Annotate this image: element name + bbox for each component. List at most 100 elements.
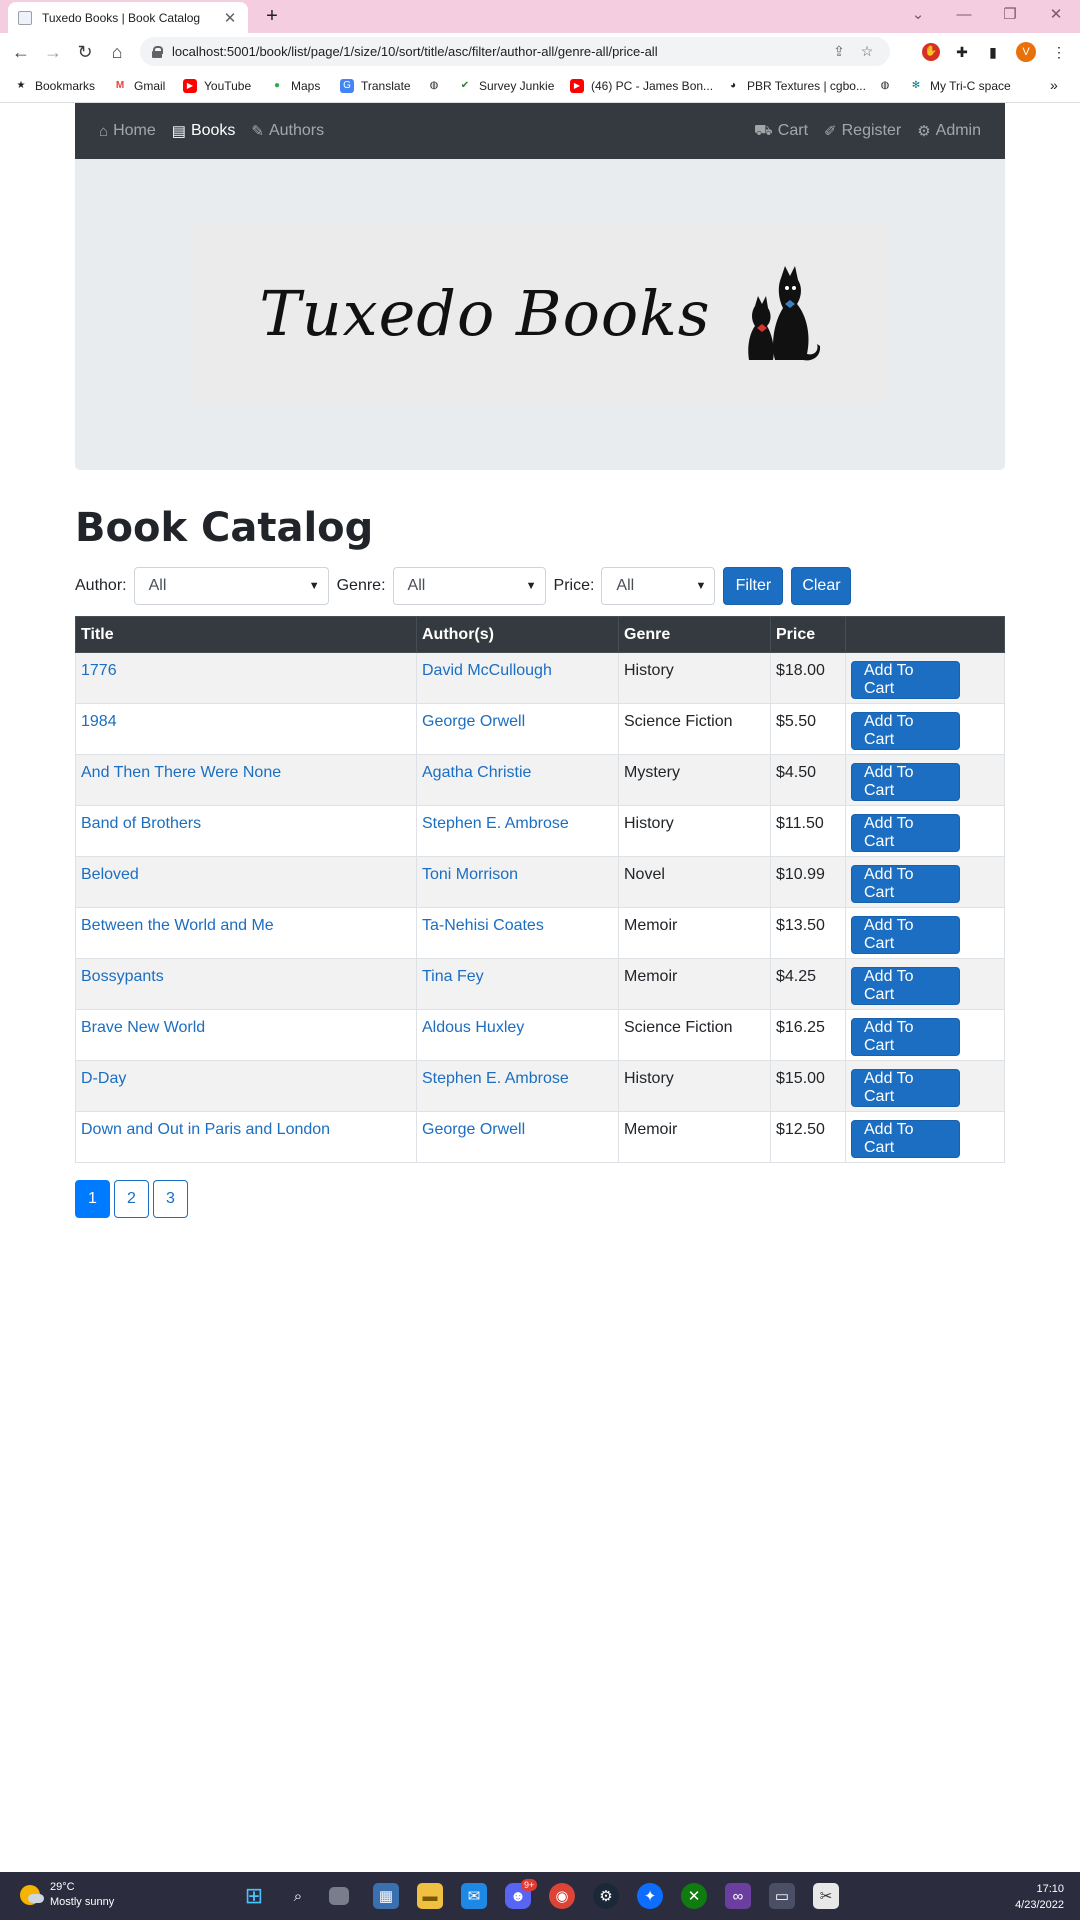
nav-right: ⛟ Cart ✐ Register ⚙ Admin xyxy=(738,122,981,141)
book-title-link[interactable]: Bossypants xyxy=(81,968,164,985)
bookmark-item[interactable]: ● Maps xyxy=(270,79,320,93)
weather-widget[interactable]: 29°C Mostly sunny xyxy=(20,1880,114,1910)
home-browser-icon[interactable]: ⌂ xyxy=(105,40,129,64)
nav-home[interactable]: ⌂ Home xyxy=(99,122,156,140)
terminal-icon[interactable]: ▭ xyxy=(769,1883,795,1909)
bookmark-item[interactable]: ▶ (46) PC - James Bon... xyxy=(570,79,713,93)
tab-close-icon[interactable]: ✕ xyxy=(222,9,238,27)
cell-action: Add To Cart xyxy=(845,1111,1005,1163)
author-link[interactable]: Ta-Nehisi Coates xyxy=(422,917,544,934)
reload-icon[interactable]: ↻ xyxy=(73,40,97,64)
author-filter-select[interactable]: All ▼ xyxy=(133,567,329,605)
price-filter-select[interactable]: All ▼ xyxy=(601,567,716,605)
add-to-cart-button[interactable]: Add To Cart xyxy=(851,1018,960,1056)
profile-avatar[interactable]: V xyxy=(1016,42,1036,62)
extensions-puzzle-icon[interactable]: ✚ xyxy=(951,41,973,63)
add-to-cart-button[interactable]: Add To Cart xyxy=(851,1069,960,1107)
add-to-cart-button[interactable]: Add To Cart xyxy=(851,865,960,903)
browser-menu-icon[interactable]: ⋮ xyxy=(1048,41,1070,63)
mail-icon[interactable]: ✉ xyxy=(461,1883,487,1909)
side-panel-icon[interactable]: ▮ xyxy=(982,41,1004,63)
add-to-cart-button[interactable]: Add To Cart xyxy=(851,814,960,852)
bookmark-item[interactable]: ★ Bookmarks xyxy=(14,79,96,93)
url-text[interactable]: localhost:5001/book/list/page/1/size/10/… xyxy=(172,44,822,59)
author-link[interactable]: Agatha Christie xyxy=(422,764,531,781)
bookmark-item[interactable]: G Translate xyxy=(340,79,411,93)
add-to-cart-button[interactable]: Add To Cart xyxy=(851,712,960,750)
nav-admin[interactable]: ⚙ Admin xyxy=(917,122,981,141)
widgets-icon[interactable]: ▦ xyxy=(373,1883,399,1909)
add-to-cart-button[interactable]: Add To Cart xyxy=(851,661,960,699)
system-clock[interactable]: 17:10 4/23/2022 xyxy=(1015,1881,1064,1913)
start-windows-icon[interactable]: ⊞ xyxy=(241,1883,267,1909)
task-view-icon[interactable] xyxy=(329,1887,349,1905)
nav-authors[interactable]: ✎ Authors xyxy=(251,122,324,140)
column-header-title[interactable]: Title xyxy=(75,616,417,653)
author-link[interactable]: Stephen E. Ambrose xyxy=(422,1070,569,1087)
author-link[interactable]: Stephen E. Ambrose xyxy=(422,815,569,832)
book-title-link[interactable]: Band of Brothers xyxy=(81,815,201,832)
search-icon[interactable]: ⌕ xyxy=(285,1883,311,1909)
bookmark-item[interactable]: ✻ My Tri-C space xyxy=(909,79,1011,93)
add-to-cart-button[interactable]: Add To Cart xyxy=(851,1120,960,1158)
filter-button[interactable]: Filter xyxy=(723,567,784,605)
book-title-link[interactable]: 1984 xyxy=(81,713,117,730)
bookmark-item[interactable]: ✔ Survey Junkie xyxy=(458,79,555,93)
snipping-tool-icon[interactable]: ✂ xyxy=(813,1883,839,1909)
price-filter-value: All xyxy=(616,577,635,594)
book-title-link[interactable]: Between the World and Me xyxy=(81,917,274,934)
author-link[interactable]: Aldous Huxley xyxy=(422,1019,524,1036)
xbox-icon[interactable]: ✕ xyxy=(681,1883,707,1909)
page-link-3[interactable]: 3 xyxy=(153,1180,188,1218)
adblock-extension-icon[interactable]: ✋ xyxy=(922,43,940,61)
genre-filter-select[interactable]: All ▼ xyxy=(392,567,546,605)
add-to-cart-button[interactable]: Add To Cart xyxy=(851,916,960,954)
bookmark-item[interactable]: M Gmail xyxy=(113,79,166,93)
clock-time: 17:10 xyxy=(1036,1883,1064,1895)
column-header-authors[interactable]: Author(s) xyxy=(416,616,619,653)
share-icon[interactable]: ⇪ xyxy=(828,43,850,60)
page-link-1[interactable]: 1 xyxy=(75,1180,110,1218)
new-tab-button[interactable]: + xyxy=(260,4,284,28)
discord-badge: 9+ xyxy=(521,1879,538,1891)
battlenet-icon[interactable]: ✦ xyxy=(637,1883,663,1909)
steam-icon[interactable]: ⚙ xyxy=(593,1883,619,1909)
add-to-cart-button[interactable]: Add To Cart xyxy=(851,967,960,1005)
bookmark-item[interactable]: ▶ YouTube xyxy=(183,79,251,93)
add-to-cart-button[interactable]: Add To Cart xyxy=(851,763,960,801)
tab-search-icon[interactable]: ⌄ xyxy=(904,3,932,27)
nav-cart[interactable]: ⛟ Cart xyxy=(754,122,808,141)
browser-tab-active[interactable]: Tuxedo Books | Book Catalog ✕ xyxy=(8,2,248,33)
visual-studio-icon[interactable]: ∞ xyxy=(725,1883,751,1909)
book-title-link[interactable]: 1776 xyxy=(81,662,117,679)
bookmark-star-icon[interactable]: ☆ xyxy=(856,43,878,60)
book-title-link[interactable]: And Then There Were None xyxy=(81,764,281,781)
chrome-icon[interactable]: ◉ xyxy=(549,1883,575,1909)
author-link[interactable]: Tina Fey xyxy=(422,968,484,985)
file-explorer-icon[interactable]: ▬ xyxy=(417,1883,443,1909)
book-title-link[interactable]: Brave New World xyxy=(81,1019,205,1036)
author-link[interactable]: George Orwell xyxy=(422,713,525,730)
column-header-genre[interactable]: Genre xyxy=(618,616,771,653)
author-link[interactable]: Toni Morrison xyxy=(422,866,518,883)
column-header-price[interactable]: Price xyxy=(770,616,846,653)
bookmark-item[interactable]: ◍ xyxy=(427,79,448,93)
bookmark-item[interactable]: ◕ PBR Textures | cgbo... xyxy=(726,79,866,93)
nav-books[interactable]: ▤ Books xyxy=(172,122,236,140)
author-link[interactable]: David McCullough xyxy=(422,662,552,679)
clear-button[interactable]: Clear xyxy=(791,567,852,605)
restore-button[interactable]: ❐ xyxy=(996,3,1024,27)
address-bar[interactable]: localhost:5001/book/list/page/1/size/10/… xyxy=(140,37,890,66)
nav-register[interactable]: ✐ Register xyxy=(824,122,901,141)
forward-arrow-icon[interactable]: → xyxy=(41,40,65,64)
minimize-button[interactable]: — xyxy=(950,3,978,27)
page-link-2[interactable]: 2 xyxy=(114,1180,149,1218)
bookmarks-overflow-icon[interactable]: » xyxy=(1050,77,1058,93)
author-link[interactable]: George Orwell xyxy=(422,1121,525,1138)
back-arrow-icon[interactable]: ← xyxy=(9,40,33,64)
bookmark-item[interactable]: ◍ xyxy=(878,79,899,93)
book-title-link[interactable]: Down and Out in Paris and London xyxy=(81,1121,330,1138)
book-title-link[interactable]: Beloved xyxy=(81,866,139,883)
book-title-link[interactable]: D-Day xyxy=(81,1070,126,1087)
close-window-button[interactable]: ✕ xyxy=(1042,3,1070,27)
